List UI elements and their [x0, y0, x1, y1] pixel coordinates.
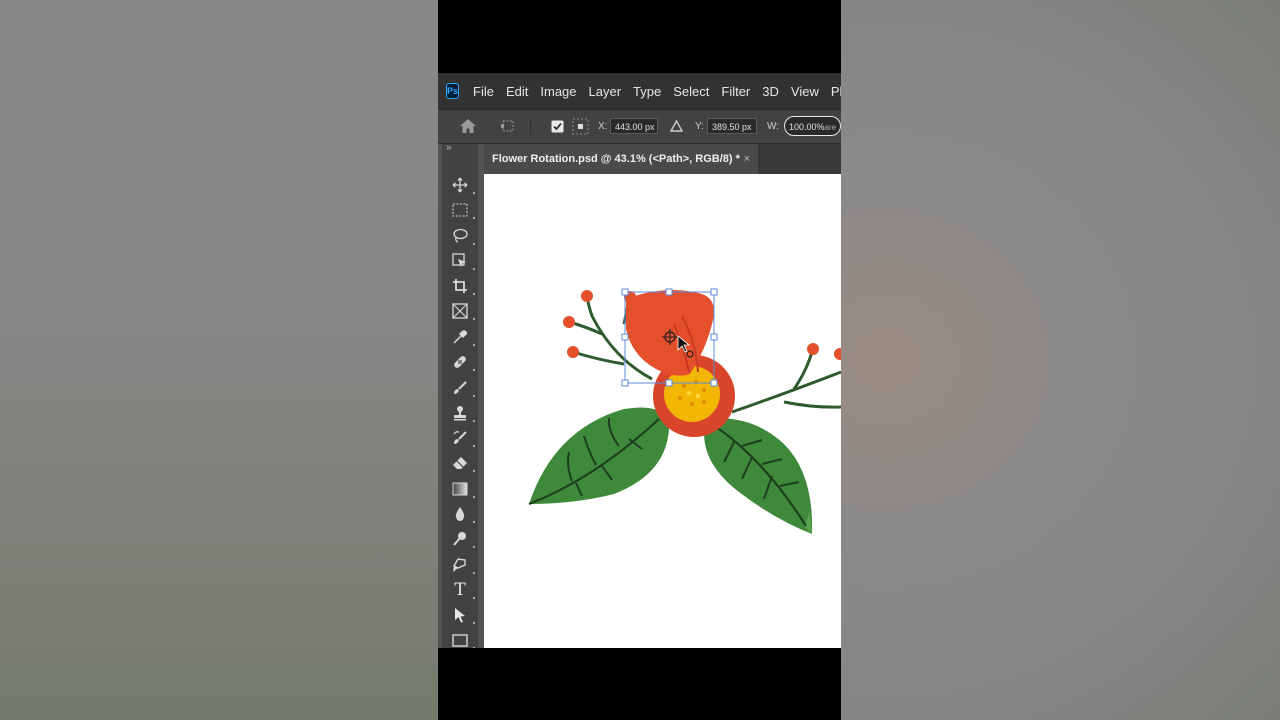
transform-handle[interactable]: [710, 333, 718, 341]
transform-handle[interactable]: [621, 333, 629, 341]
object-select-tool-icon[interactable]: [448, 250, 475, 272]
reference-point-checkbox[interactable]: [551, 120, 564, 133]
transform-handle[interactable]: [621, 288, 629, 296]
berry: [834, 348, 841, 360]
transform-handle[interactable]: [665, 288, 673, 296]
berry: [581, 290, 593, 302]
menu-3d[interactable]: 3D: [762, 84, 779, 99]
collapse-panel-icon[interactable]: »: [446, 142, 452, 153]
width-suffix: are: [824, 123, 837, 132]
photoshop-window: Ps File Edit Image Layer Type Select Fil…: [438, 73, 841, 648]
transform-handle[interactable]: [665, 379, 673, 387]
frame-tool-icon[interactable]: [448, 300, 475, 322]
options-divider: [530, 119, 531, 135]
x-position-field[interactable]: 443.00 px: [610, 118, 658, 134]
crop-tool-icon[interactable]: [448, 275, 475, 297]
berry: [563, 316, 575, 328]
leaf-right: [704, 418, 813, 534]
type-tool-icon[interactable]: T: [448, 579, 475, 601]
menu-layer[interactable]: Layer: [589, 84, 622, 99]
transform-handle[interactable]: [710, 379, 718, 387]
transform-handle[interactable]: [621, 379, 629, 387]
leaf-left: [529, 407, 669, 504]
width-value: 100.00%: [789, 122, 825, 132]
marquee-tool-icon[interactable]: [448, 199, 475, 221]
stem: [572, 350, 625, 366]
transform-handle[interactable]: [710, 288, 718, 296]
flower-artwork[interactable]: [484, 174, 841, 648]
home-icon[interactable]: [459, 118, 477, 134]
healing-brush-tool-icon[interactable]: [448, 351, 475, 373]
menu-filter[interactable]: Filter: [721, 84, 750, 99]
berry: [567, 346, 579, 358]
photoshop-logo-icon: Ps: [446, 83, 460, 99]
reference-point-locator-icon[interactable]: [572, 118, 589, 135]
history-brush-tool-icon[interactable]: [448, 427, 475, 449]
clone-stamp-tool-icon[interactable]: [448, 402, 475, 424]
path-select-tool-icon[interactable]: [448, 604, 475, 626]
menu-edit[interactable]: Edit: [506, 84, 528, 99]
menu-view[interactable]: View: [791, 84, 819, 99]
menu-type[interactable]: Type: [633, 84, 661, 99]
blur-tool-icon[interactable]: [448, 503, 475, 525]
menu-select[interactable]: Select: [673, 84, 709, 99]
gradient-tool-icon[interactable]: [448, 478, 475, 500]
dodge-tool-icon[interactable]: [448, 528, 475, 550]
berry: [807, 343, 819, 355]
canvas[interactable]: [484, 174, 841, 648]
width-field[interactable]: 100.00%are: [784, 116, 841, 136]
eyedropper-tool-icon[interactable]: [448, 326, 475, 348]
document-tab-title: Flower Rotation.psd @ 43.1% (<Path>, RGB…: [492, 153, 740, 165]
menu-plugins[interactable]: Plu: [831, 84, 841, 99]
transform-mode-icon[interactable]: [500, 119, 516, 133]
options-bar: X: 443.00 px Y: 389.50 px W: 100.00%are: [438, 109, 841, 144]
document-tab-bar: Flower Rotation.psd @ 43.1% (<Path>, RGB…: [484, 144, 841, 174]
background-blur-right: [841, 0, 1280, 720]
tools-panel: » T: [442, 142, 478, 648]
y-position-field[interactable]: 389.50 px: [707, 118, 757, 134]
eraser-tool-icon[interactable]: [448, 452, 475, 474]
video-frame: Ps File Edit Image Layer Type Select Fil…: [438, 0, 841, 720]
background-blur-left: [0, 0, 438, 720]
move-tool-icon[interactable]: [448, 174, 475, 196]
menu-bar: Ps File Edit Image Layer Type Select Fil…: [438, 73, 841, 109]
close-tab-icon[interactable]: ×: [744, 144, 750, 174]
document-tab[interactable]: Flower Rotation.psd @ 43.1% (<Path>, RGB…: [484, 144, 758, 174]
menu-image[interactable]: Image: [540, 84, 576, 99]
x-label: X:: [598, 121, 608, 132]
rectangle-tool-icon[interactable]: [448, 629, 475, 648]
lasso-tool-icon[interactable]: [448, 225, 475, 247]
menu-file[interactable]: File: [473, 84, 494, 99]
delta-icon[interactable]: [670, 120, 683, 132]
w-label: W:: [767, 121, 780, 132]
y-label: Y:: [695, 121, 704, 132]
stem: [783, 400, 841, 409]
pen-tool-icon[interactable]: [448, 554, 475, 576]
brush-tool-icon[interactable]: [448, 377, 475, 399]
